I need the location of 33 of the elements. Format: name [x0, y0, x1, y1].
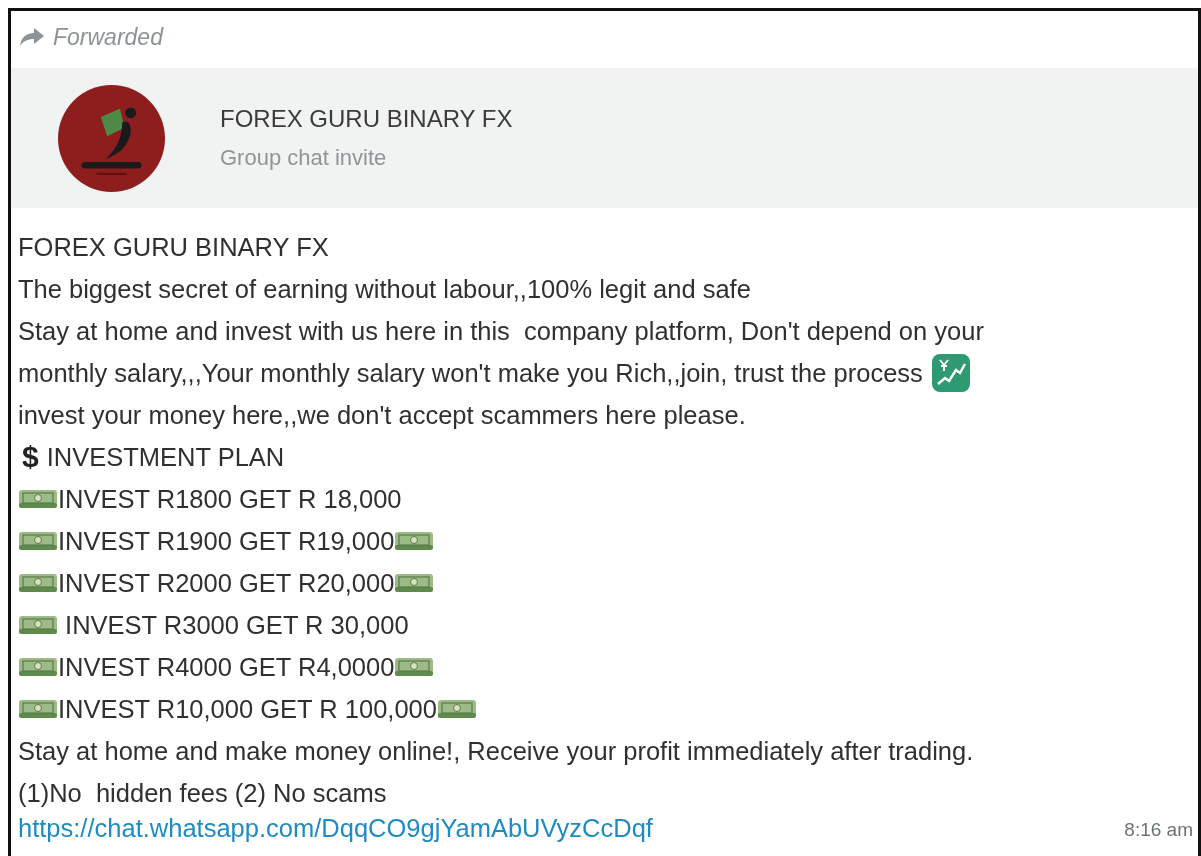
banknote-icon — [394, 572, 435, 594]
banknote-icon — [18, 488, 58, 510]
message-text: The biggest secret of earning without labour,,100% legit and safe — [18, 274, 751, 304]
message-text: FOREX GURU BINARY FX — [18, 232, 329, 262]
banknote-icon — [18, 698, 58, 720]
banknote-icon — [18, 614, 58, 636]
message-text: INVEST R2000 GET R20,000 — [58, 568, 395, 598]
dollar-sign: $ — [22, 440, 39, 474]
message-text: INVEST R1900 GET R19,000 — [58, 526, 395, 556]
group-name: FOREX GURU BINARY FX — [220, 105, 513, 133]
message-text: INVEST R1800 GET R 18,000 — [58, 484, 402, 514]
invite-card[interactable]: FOREX GURU BINARY FX Group chat invite — [11, 68, 1198, 208]
message-text: INVEST R10,000 GET R 100,000 — [58, 694, 437, 724]
banknote-icon — [394, 530, 435, 552]
message-text: monthly salary,,,Your monthly salary won't make you Rich,,join, trust the process — [18, 358, 923, 388]
forward-arrow-icon — [19, 27, 45, 47]
banknote-icon — [18, 572, 58, 594]
message-text: INVEST R4000 GET R4,0000 — [58, 652, 395, 682]
chart-icon — [930, 353, 971, 393]
invite-link[interactable]: https://chat.whatsapp.com/DqqCO9gjYamAbUVyzCcDqf — [18, 814, 653, 843]
invite-label: Group chat invite — [220, 145, 388, 171]
banknote-icon — [436, 698, 477, 720]
banknote-icon — [18, 656, 58, 678]
banknote-icon — [18, 530, 58, 552]
message-text: (1)No hidden fees (2) No scams — [18, 778, 387, 808]
message-text: Stay at home and make money online!, Receive your profit immediately after trading. — [18, 736, 974, 766]
banknote-icon — [394, 656, 435, 678]
message-time: 8:16 am — [1124, 819, 1193, 841]
message-text: Stay at home and invest with us here in this company platform, Don't depend on your — [18, 316, 984, 346]
message-text: INVEST R3000 GET R 30,000 — [64, 610, 409, 640]
message-text: invest your money here,,we don't accept scammers here please. — [18, 400, 746, 430]
message-text: INVESTMENT PLAN — [46, 442, 285, 472]
forwarded-label: Forwarded — [53, 23, 163, 51]
